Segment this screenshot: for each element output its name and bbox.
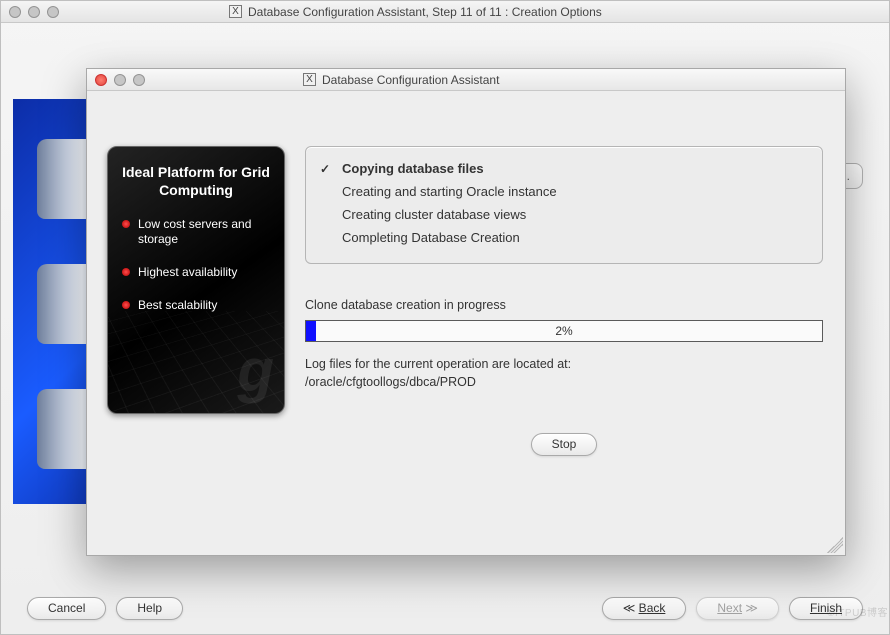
dialog-title: Database Configuration Assistant — [322, 73, 499, 87]
step-item: ✓ Creating cluster database views — [320, 203, 808, 226]
step-item: ✓ Creating and starting Oracle instance — [320, 180, 808, 203]
next-button: Next ≫ — [696, 597, 779, 620]
close-icon[interactable] — [95, 74, 107, 86]
banner-bullet: Low cost servers and storage — [122, 217, 270, 247]
progress-dialog: X Database Configuration Assistant g Ide… — [86, 68, 846, 556]
progress-bar: 2% — [305, 320, 823, 342]
banner-bullet: Highest availability — [122, 265, 270, 280]
progress-content: ✓ Copying database files ✓ Creating and … — [305, 146, 823, 456]
step-item: ✓ Completing Database Creation — [320, 226, 808, 249]
progress-percent: 2% — [306, 321, 822, 341]
log-message: Log files for the current operation are … — [305, 356, 823, 374]
bullet-icon — [122, 301, 130, 309]
close-icon[interactable] — [9, 6, 21, 18]
step-label: Creating and starting Oracle instance — [342, 184, 557, 199]
parent-window-title: Database Configuration Assistant, Step 1… — [248, 5, 602, 19]
check-icon: ✓ — [320, 162, 334, 176]
watermark: ©ITPUB博客 — [827, 604, 888, 619]
step-label: Completing Database Creation — [342, 230, 520, 245]
x11-icon: X — [229, 5, 242, 18]
resize-grip-icon[interactable] — [827, 537, 843, 553]
step-label: Copying database files — [342, 161, 484, 176]
cancel-button[interactable]: Cancel — [27, 597, 106, 620]
banner-bullet: Best scalability — [122, 298, 270, 313]
bullet-icon — [122, 220, 130, 228]
zoom-icon[interactable] — [47, 6, 59, 18]
parent-traffic-lights — [9, 6, 59, 18]
minimize-icon[interactable] — [28, 6, 40, 18]
stop-button[interactable]: Stop — [531, 433, 598, 456]
help-button[interactable]: Help — [116, 597, 183, 620]
step-label: Creating cluster database views — [342, 207, 526, 222]
dialog-titlebar: X Database Configuration Assistant — [87, 69, 845, 91]
banner-heading: Ideal Platform for Grid Computing — [122, 163, 270, 199]
step-item: ✓ Copying database files — [320, 157, 808, 180]
parent-titlebar: X Database Configuration Assistant, Step… — [1, 1, 889, 23]
dialog-traffic-lights — [95, 74, 145, 86]
x11-icon: X — [303, 73, 316, 86]
zoom-icon[interactable] — [133, 74, 145, 86]
back-button[interactable]: ≪ Back — [602, 597, 687, 620]
marketing-banner: g Ideal Platform for Grid Computing Low … — [107, 146, 285, 414]
minimize-icon[interactable] — [114, 74, 126, 86]
log-path: /oracle/cfgtoollogs/dbca/PROD — [305, 374, 823, 392]
progress-label: Clone database creation in progress — [305, 298, 823, 312]
step-list: ✓ Copying database files ✓ Creating and … — [305, 146, 823, 264]
parent-button-row: Cancel Help ≪ Back Next ≫ Finish — [27, 597, 863, 620]
bullet-icon — [122, 268, 130, 276]
